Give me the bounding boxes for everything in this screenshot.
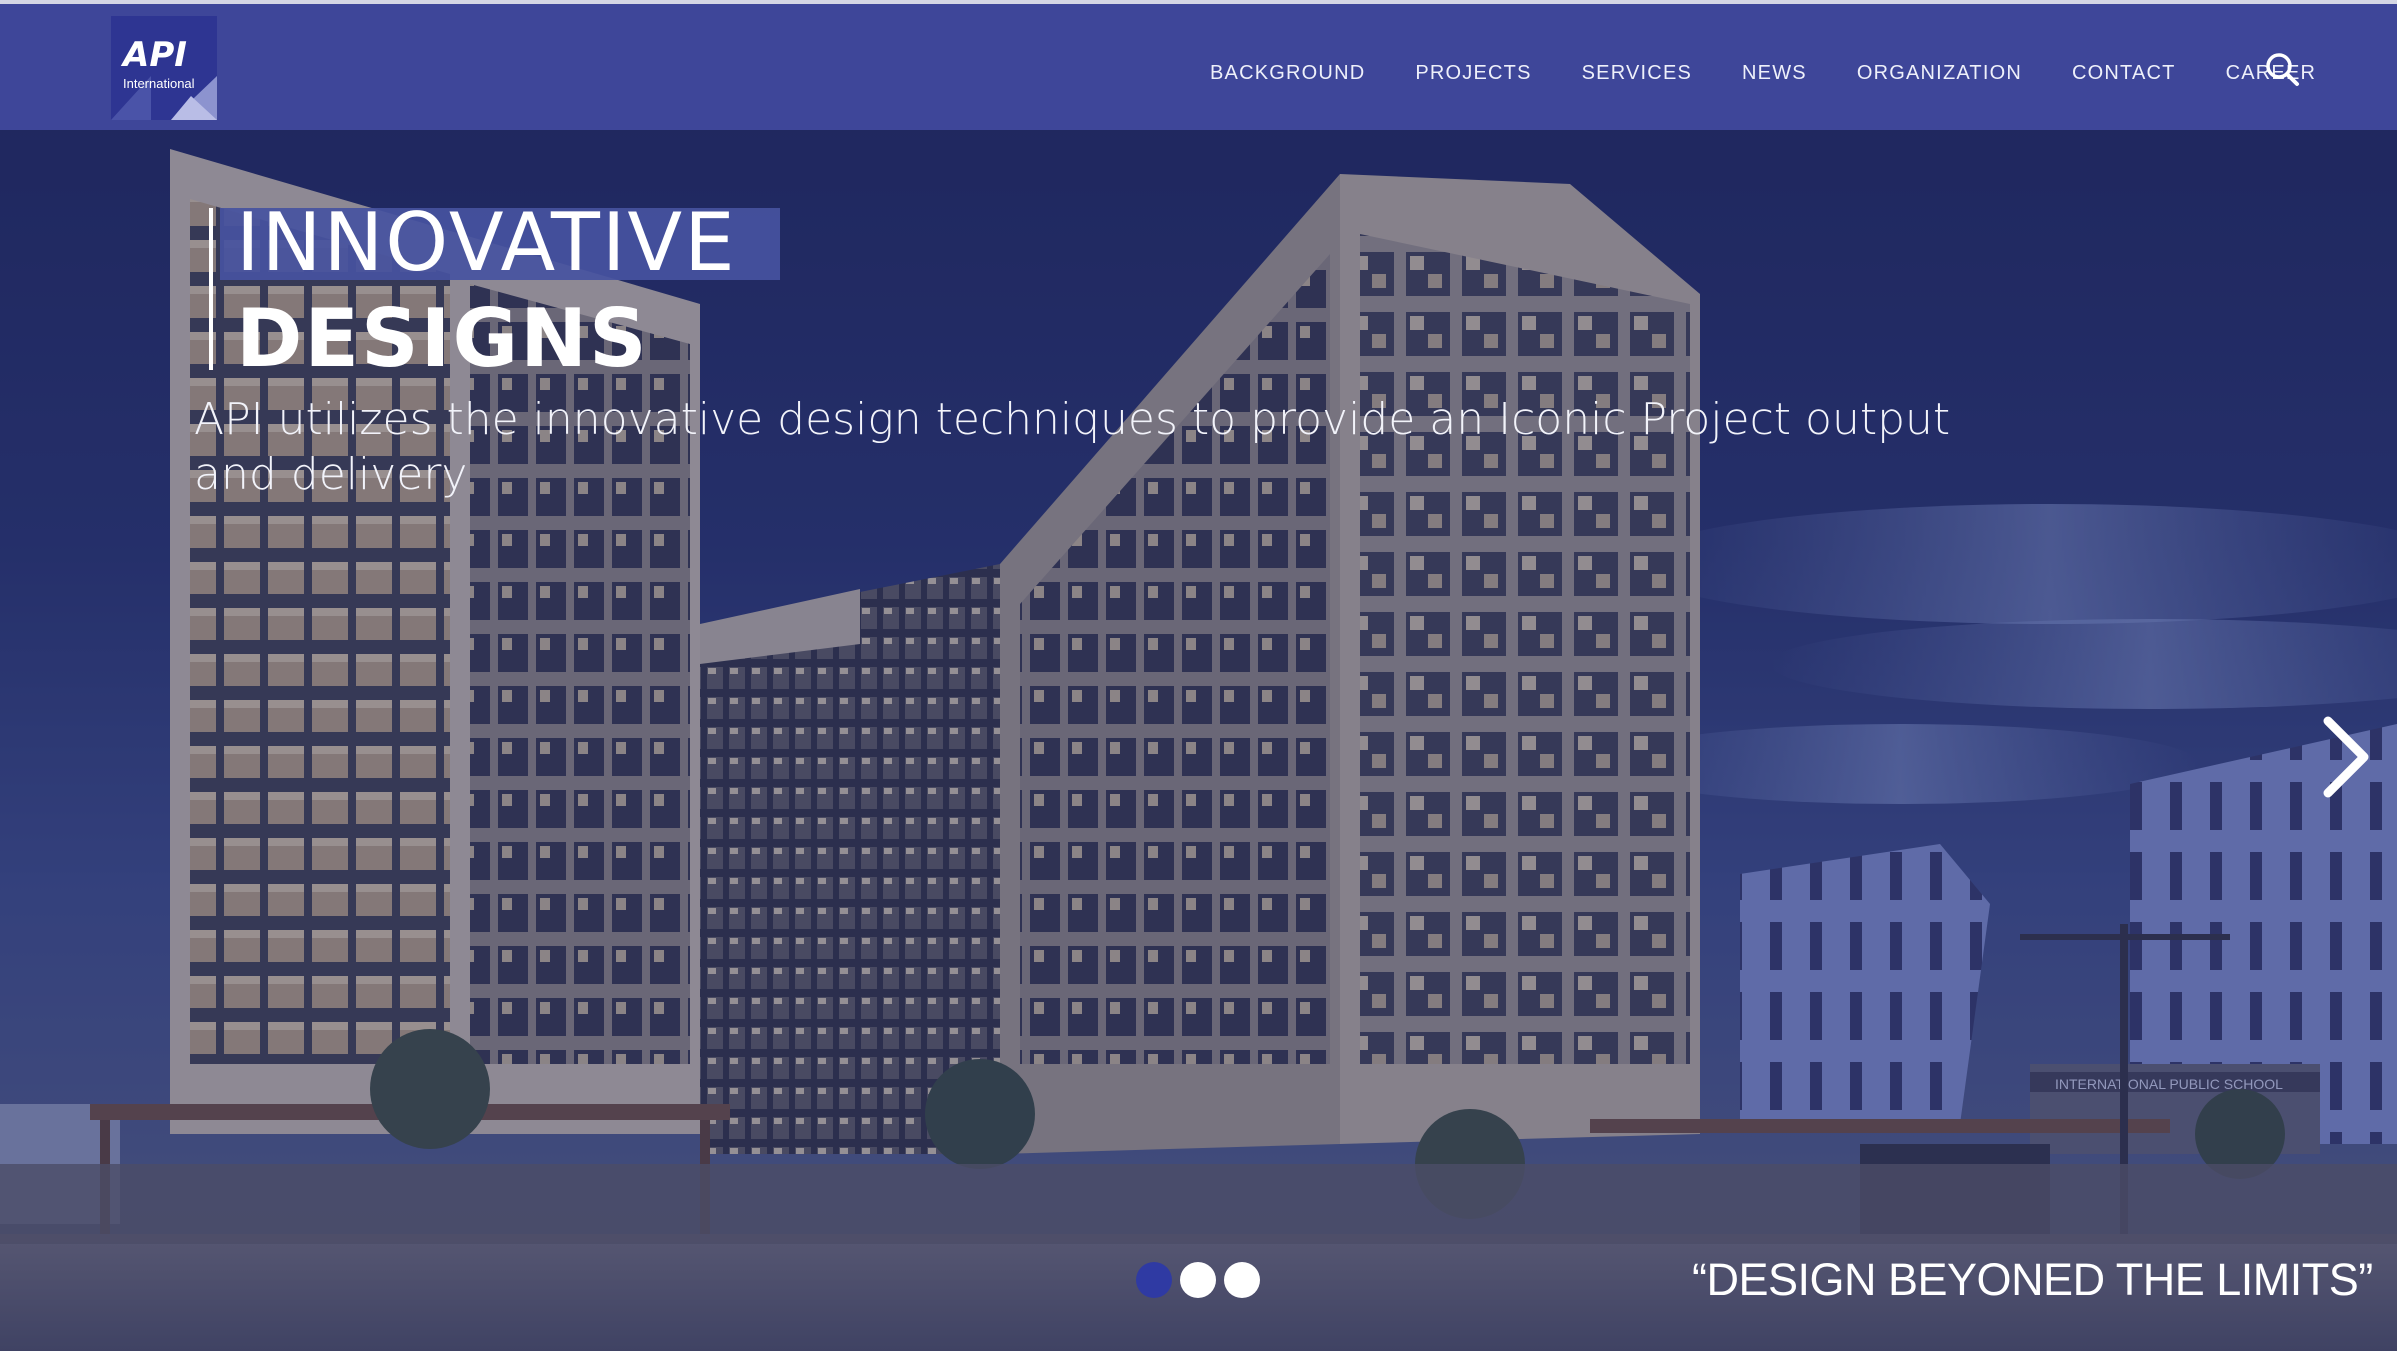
nav-item-contact[interactable]: CONTACT: [2072, 58, 2176, 88]
site-header: API International BACKGROUND PROJECTS SE…: [0, 4, 2397, 130]
slide-dot-2[interactable]: [1180, 1262, 1216, 1298]
slide-dot-1[interactable]: [1136, 1262, 1172, 1298]
api-logo-icon: API International: [111, 16, 217, 120]
slide-indicators: [1136, 1262, 1260, 1298]
nav-item-services[interactable]: SERVICES: [1582, 58, 1692, 88]
hero-subtitle: API utilizes the innovative design techn…: [194, 394, 1951, 500]
logo-subtext: International: [123, 76, 195, 91]
next-slide-button[interactable]: [2320, 715, 2374, 799]
main-nav: BACKGROUND PROJECTS SERVICES NEWS ORGANI…: [1210, 58, 2366, 88]
title-accent-bar: [209, 208, 213, 370]
nav-item-news[interactable]: NEWS: [1742, 58, 1807, 88]
search-button[interactable]: [2264, 51, 2300, 87]
nav-item-projects[interactable]: PROJECTS: [1415, 58, 1531, 88]
search-icon: [2266, 53, 2299, 86]
hero-tagline: “DESIGN BEYONED THE LIMITS”: [1692, 1254, 2373, 1305]
hero-title-line2: DESIGNS: [236, 292, 649, 385]
chevron-right-icon: [2323, 716, 2369, 798]
nav-item-background[interactable]: BACKGROUND: [1210, 58, 1365, 88]
slide-dot-3[interactable]: [1224, 1262, 1260, 1298]
nav-item-organization[interactable]: ORGANIZATION: [1857, 58, 2022, 88]
logo-text: API: [120, 35, 187, 75]
api-logo[interactable]: API International: [111, 16, 217, 120]
hero-title-line1: INNOVATIVE: [236, 196, 737, 289]
